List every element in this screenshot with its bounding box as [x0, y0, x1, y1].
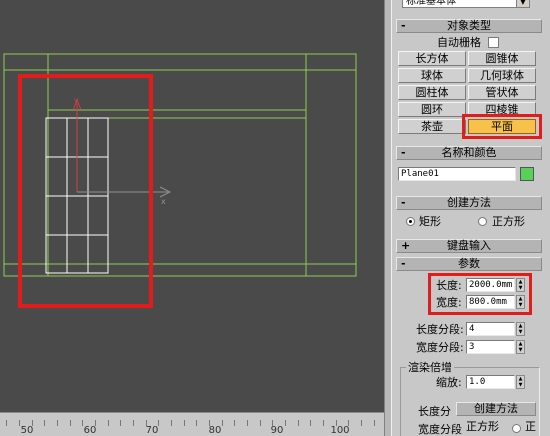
plane-button-highlight: [462, 114, 542, 139]
width-segs-input[interactable]: 3: [466, 340, 515, 354]
ghost-length-segs-label: 长度分: [418, 405, 451, 418]
square-label: 正方形: [492, 215, 525, 228]
render-group-label: 渲染倍增: [406, 361, 454, 374]
ruler-label: 100: [330, 425, 350, 436]
time-ruler[interactable]: 50 60 70 80 90 100: [0, 412, 384, 436]
collapse-icon: -: [401, 146, 406, 159]
ruler-tick: [361, 420, 362, 426]
ghost-radio: [512, 424, 521, 433]
collapse-icon: -: [401, 19, 406, 32]
name-color-rollout[interactable]: - 名称和颜色: [396, 146, 542, 160]
cylinder-button[interactable]: 圆柱体: [398, 85, 466, 100]
rectangle-radio[interactable]: [406, 217, 415, 226]
object-color-swatch[interactable]: [520, 167, 534, 181]
ruler-label: 50: [20, 425, 34, 436]
ruler-tick: [44, 420, 45, 426]
ruler-label: 90: [270, 425, 284, 436]
ruler-tick: [298, 420, 299, 426]
object-name-input[interactable]: Plane01: [398, 167, 516, 181]
box-button[interactable]: 长方体: [398, 51, 466, 66]
ruler-tick: [57, 420, 58, 426]
tube-button[interactable]: 管状体: [468, 85, 536, 100]
panel-splitter[interactable]: [384, 0, 392, 436]
autogrid-checkbox[interactable]: [488, 37, 499, 48]
rollout-title: 创建方法: [474, 402, 518, 415]
rollout-title: 创建方法: [447, 196, 491, 209]
scale-label: 缩放:: [436, 376, 462, 389]
keyboard-entry-rollout[interactable]: + 键盘输入: [396, 239, 542, 253]
ruler-tick: [171, 420, 172, 426]
plane-highlight-box: [18, 74, 153, 308]
ghost-cut-label: 正: [525, 420, 536, 433]
collapse-icon: -: [401, 257, 406, 270]
gizmo-x-label: x: [161, 197, 166, 206]
ruler-label: 80: [208, 425, 222, 436]
ruler-tick: [184, 420, 185, 426]
dimensions-highlight: [428, 273, 532, 315]
rectangle-label: 矩形: [419, 215, 441, 228]
parameters-rollout[interactable]: - 参数: [396, 257, 542, 271]
creation-method-rollout[interactable]: - 创建方法: [396, 196, 542, 210]
square-radio[interactable]: [478, 217, 487, 226]
ghost-width-segs-label: 宽度分段: [418, 423, 462, 436]
rollout-title: 对象类型: [447, 19, 491, 32]
length-segs-label: 长度分段:: [416, 323, 464, 336]
ghost-square-label: 正方形: [466, 420, 499, 433]
scale-spinner[interactable]: ▲ ▼: [516, 375, 525, 389]
autogrid-label: 自动栅格: [437, 36, 481, 49]
ruler-tick: [323, 420, 324, 426]
torus-button[interactable]: 圆环: [398, 102, 466, 117]
width-segs-spinner[interactable]: ▲ ▼: [516, 340, 525, 354]
length-segs-spinner[interactable]: ▲ ▼: [516, 322, 525, 336]
ruler-tick: [285, 420, 286, 426]
ruler-tick: [196, 420, 197, 426]
expand-icon: +: [401, 239, 411, 252]
scale-input[interactable]: 1.0: [466, 375, 515, 389]
ruler-tick: [247, 420, 248, 426]
perspective-viewport[interactable]: y x: [0, 0, 384, 412]
cone-button[interactable]: 圆锥体: [468, 51, 536, 66]
rollout-title: 参数: [458, 257, 480, 270]
primitive-type-dropdown[interactable]: 标准基本体: [402, 0, 522, 8]
ruler-tick: [310, 420, 311, 426]
object-type-rollout[interactable]: - 对象类型: [396, 19, 542, 33]
ruler-tick: [374, 420, 375, 426]
geosphere-button[interactable]: 几何球体: [468, 68, 536, 83]
rollout-title: 键盘输入: [447, 239, 491, 252]
ruler-tick: [234, 420, 235, 426]
collapse-icon: -: [401, 196, 406, 209]
chevron-down-icon[interactable]: ▼: [516, 0, 530, 8]
sphere-button[interactable]: 球体: [398, 68, 466, 83]
ruler-tick: [120, 420, 121, 426]
ruler-tick: [70, 420, 71, 426]
ruler-label: 60: [83, 425, 97, 436]
rollout-title: 名称和颜色: [441, 146, 497, 159]
ruler-tick: [108, 420, 109, 426]
length-segs-input[interactable]: 4: [466, 322, 515, 336]
ghost-creation-method-rollout: 创建方法: [456, 402, 536, 416]
width-segs-label: 宽度分段:: [416, 341, 464, 354]
ruler-tick: [6, 420, 7, 426]
ruler-tick: [260, 420, 261, 426]
ruler-label: 70: [145, 425, 159, 436]
ruler-tick: [133, 420, 134, 426]
ruler-tick: [222, 420, 223, 426]
teapot-button[interactable]: 茶壶: [398, 119, 466, 134]
command-panel: 标准基本体 ▼ - 对象类型 自动栅格 长方体 圆锥体 球体 几何球体 圆柱体 …: [392, 0, 550, 436]
